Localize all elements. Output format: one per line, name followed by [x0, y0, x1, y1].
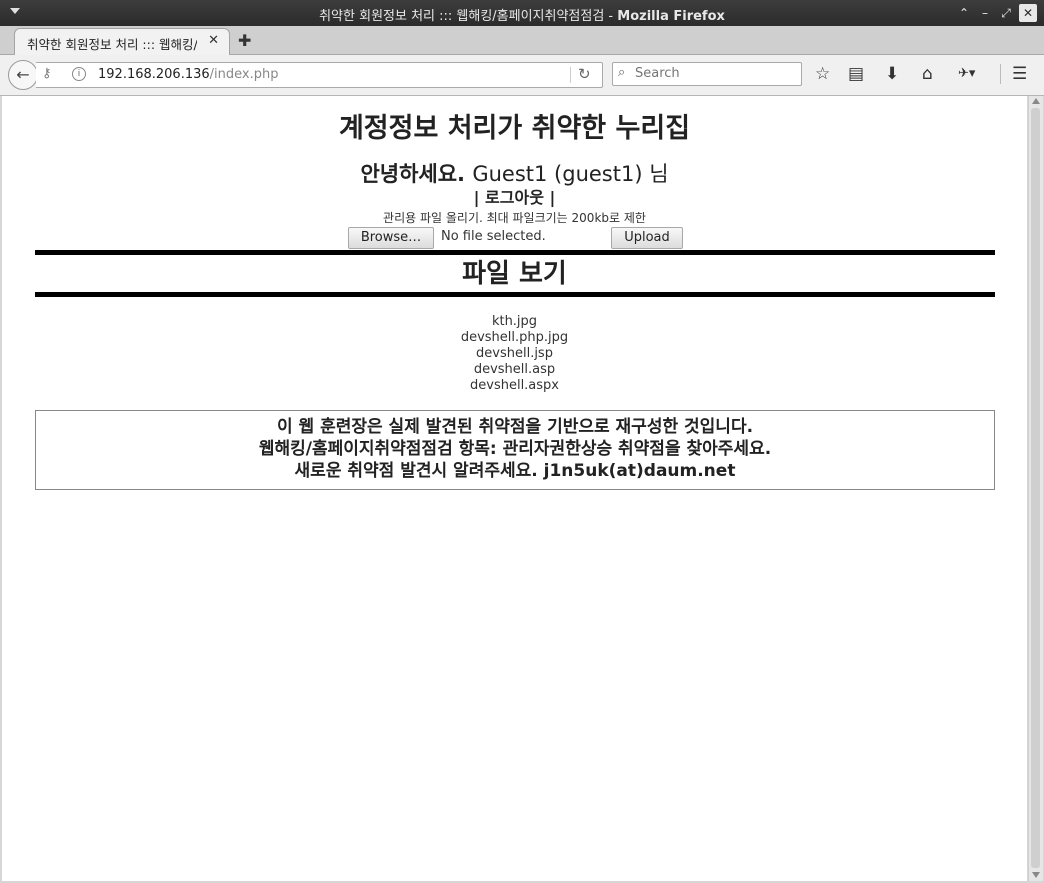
vertical-scrollbar[interactable] — [1028, 96, 1043, 881]
file-link[interactable]: kth.jpg — [2, 314, 1027, 330]
logout-link[interactable]: | 로그아웃 | — [2, 184, 1027, 208]
site-info-icon[interactable]: i — [72, 67, 86, 81]
page-viewport: 계정정보 처리가 취약한 누리집 안녕하세요. Guest1 (guest1) … — [2, 96, 1027, 881]
back-arrow-icon[interactable]: ← — [8, 60, 38, 90]
divider-bottom — [35, 292, 995, 297]
file-link[interactable]: devshell.php.jpg — [2, 330, 1027, 346]
url-bar[interactable]: ⚷ i 192.168.206.136/index.php ↻ — [36, 62, 603, 88]
window-titlebar: 취약한 회원정보 처리 ::: 웹해킹/홈페이지취약점점검 - Mozilla … — [0, 0, 1044, 26]
notice-line: 이 웹 훈련장은 실제 발견된 취약점을 기반으로 재구성한 것입니다. — [276, 417, 754, 437]
key-icon[interactable]: ⚷ — [42, 66, 52, 81]
upload-note: 관리용 파일 올리기. 최대 파일크기는 200kb로 제한 — [383, 211, 646, 225]
clipboard-icon[interactable]: ▤ — [848, 64, 864, 84]
search-box[interactable]: ⌕ — [612, 62, 802, 86]
scroll-up-icon[interactable] — [1032, 98, 1040, 104]
notice-line: 새로운 취약점 발견시 알려주세요. j1n5uk(at)daum.net — [294, 461, 736, 481]
new-tab-icon[interactable]: ✚ — [238, 31, 251, 50]
toolbar-separator — [1000, 64, 1001, 84]
maximize-icon[interactable]: ⤢ — [997, 4, 1015, 22]
file-view-heading: 파일 보기 — [462, 259, 567, 289]
reload-icon[interactable]: ↻ — [578, 65, 591, 83]
file-list: kth.jpg devshell.php.jpg devshell.jsp de… — [2, 314, 1027, 394]
file-link[interactable]: devshell.asp — [2, 362, 1027, 378]
window-shade-icon[interactable]: ⌃ — [955, 4, 973, 22]
page-title: 계정정보 처리가 취약한 누리집 — [338, 113, 691, 144]
window-title: 취약한 회원정보 처리 ::: 웹해킹/홈페이지취약점점검 - Mozilla … — [319, 9, 725, 24]
tab-label: 취약한 회원정보 처리 ::: 웹해킹/홈페이지취약점점검 — [27, 37, 197, 52]
notice-line: 웹해킹/홈페이지취약점점검 항목: 관리자권한상승 취약점을 찾아주세요. — [258, 439, 772, 459]
search-icon: ⌕ — [618, 65, 626, 80]
upload-form: Browse… No file selected. Upload — [348, 227, 688, 249]
tab-active[interactable]: 취약한 회원정보 처리 ::: 웹해킹/홈페이지취약점점검 ✕ — [14, 28, 230, 55]
file-status: No file selected. — [441, 229, 546, 244]
home-icon[interactable]: ⌂ — [922, 64, 933, 84]
search-input[interactable] — [635, 64, 795, 82]
minimize-icon[interactable]: – — [976, 4, 994, 22]
browse-button[interactable]: Browse… — [348, 227, 434, 249]
extension-icon[interactable]: ✈▾ — [958, 66, 975, 81]
navigation-bar: ← ⚷ i 192.168.206.136/index.php ↻ ⌕ ☆ ▤ … — [0, 55, 1044, 96]
tab-strip: 취약한 회원정보 처리 ::: 웹해킹/홈페이지취약점점검 ✕ ✚ — [0, 26, 1044, 55]
file-link[interactable]: devshell.jsp — [2, 346, 1027, 362]
scroll-down-icon[interactable] — [1032, 872, 1040, 878]
star-icon[interactable]: ☆ — [815, 64, 830, 84]
download-icon[interactable]: ⬇ — [885, 64, 899, 84]
url-text[interactable]: 192.168.206.136/index.php — [98, 67, 278, 82]
close-window-icon[interactable]: ✕ — [1019, 4, 1037, 22]
scrollbar-thumb[interactable] — [1031, 108, 1040, 868]
tab-close-icon[interactable]: ✕ — [208, 33, 219, 48]
url-separator — [570, 67, 571, 83]
file-link[interactable]: devshell.aspx — [2, 378, 1027, 394]
hamburger-menu-icon[interactable]: ☰ — [1012, 64, 1027, 84]
notice-box: 이 웹 훈련장은 실제 발견된 취약점을 기반으로 재구성한 것입니다. 웹해킹… — [35, 410, 995, 490]
upload-button[interactable]: Upload — [611, 227, 683, 249]
